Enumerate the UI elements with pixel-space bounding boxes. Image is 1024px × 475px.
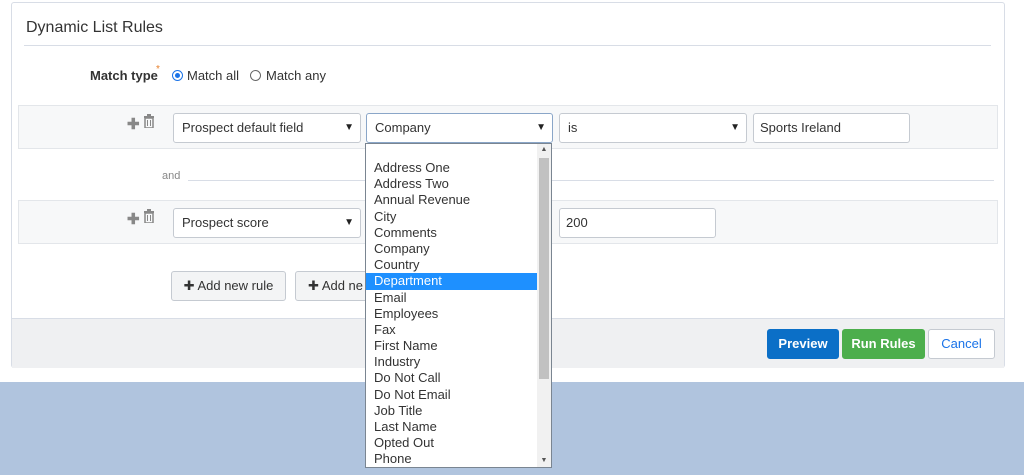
required-indicator: * <box>156 64 160 75</box>
plus-icon: ✚ <box>183 278 195 293</box>
dropdown-option[interactable]: Job Title <box>366 403 538 419</box>
chevron-down-icon: ▼ <box>344 122 354 133</box>
dropdown-option[interactable]: Fax <box>366 322 538 338</box>
dropdown-option[interactable]: Opted Out <box>366 435 538 451</box>
dropdown-option[interactable]: Address One <box>366 160 538 176</box>
scroll-thumb[interactable] <box>539 158 549 379</box>
plus-icon[interactable]: ✚ <box>127 210 140 228</box>
match-all-label[interactable]: Match all <box>187 68 239 83</box>
field-value: Company <box>375 120 431 135</box>
field-type-value: Prospect score <box>182 215 269 230</box>
score-value-input[interactable]: 200 <box>559 208 716 238</box>
run-rules-button[interactable]: Run Rules <box>842 329 925 359</box>
field-select[interactable]: Company ▼ <box>366 113 553 143</box>
field-dropdown-list[interactable]: Address One Address Two Annual Revenue City… <box>365 143 552 468</box>
match-all-radio[interactable] <box>172 70 183 81</box>
dropdown-option[interactable]: Do Not Email <box>366 387 538 403</box>
add-new-group-label: Add ne <box>321 278 364 293</box>
chevron-down-icon: ▼ <box>536 122 546 133</box>
add-new-rule-label: Add new rule <box>197 278 274 293</box>
add-new-rule-button[interactable]: ✚ Add new rule <box>171 271 286 301</box>
conjunction-divider <box>188 180 994 181</box>
dropdown-option[interactable]: First Name <box>366 338 538 354</box>
match-any-label[interactable]: Match any <box>266 68 326 83</box>
dropdown-option[interactable]: Do Not Call <box>366 370 538 386</box>
field-type-value: Prospect default field <box>182 120 304 135</box>
panel-title: Dynamic List Rules <box>26 19 163 36</box>
chevron-down-icon: ▼ <box>730 122 740 133</box>
chevron-down-icon: ▼ <box>344 217 354 228</box>
dropdown-option[interactable]: Country <box>366 257 538 273</box>
scroll-down-icon[interactable]: ▼ <box>537 455 551 467</box>
field-type-select[interactable]: Prospect default field ▼ <box>173 113 361 143</box>
field-type-select[interactable]: Prospect score ▼ <box>173 208 361 238</box>
dropdown-option[interactable]: Company <box>366 241 538 257</box>
operator-select[interactable]: is ▼ <box>559 113 747 143</box>
dropdown-option[interactable]: Address Two <box>366 176 538 192</box>
dropdown-option[interactable]: Comments <box>366 225 538 241</box>
dropdown-option[interactable]: Industry <box>366 354 538 370</box>
dropdown-scrollbar[interactable]: ▲ ▼ <box>537 144 551 467</box>
dropdown-options: Address One Address Two Annual Revenue City… <box>366 160 538 467</box>
match-type-label: Match type <box>90 68 158 83</box>
dropdown-option[interactable]: City <box>366 209 538 225</box>
trash-icon[interactable] <box>143 209 155 227</box>
plus-icon: ✚ <box>308 278 319 293</box>
conjunction-label: and <box>162 170 181 182</box>
dropdown-option[interactable]: Phone <box>366 451 538 467</box>
dropdown-option[interactable]: Annual Revenue <box>366 192 538 208</box>
dropdown-option[interactable]: Department <box>366 273 538 290</box>
dropdown-option[interactable]: Employees <box>366 306 538 322</box>
title-divider <box>24 45 991 46</box>
cancel-button[interactable]: Cancel <box>928 329 995 359</box>
add-new-group-button[interactable]: ✚ Add ne <box>295 271 375 301</box>
dropdown-option[interactable]: Email <box>366 290 538 306</box>
operator-value: is <box>568 120 578 135</box>
trash-icon[interactable] <box>143 114 155 132</box>
rule-value-input[interactable]: Sports Ireland <box>753 113 910 143</box>
scroll-up-icon[interactable]: ▲ <box>537 144 551 156</box>
plus-icon[interactable]: ✚ <box>127 115 140 133</box>
match-any-radio[interactable] <box>250 70 261 81</box>
preview-button[interactable]: Preview <box>767 329 839 359</box>
dropdown-option[interactable]: Last Name <box>366 419 538 435</box>
